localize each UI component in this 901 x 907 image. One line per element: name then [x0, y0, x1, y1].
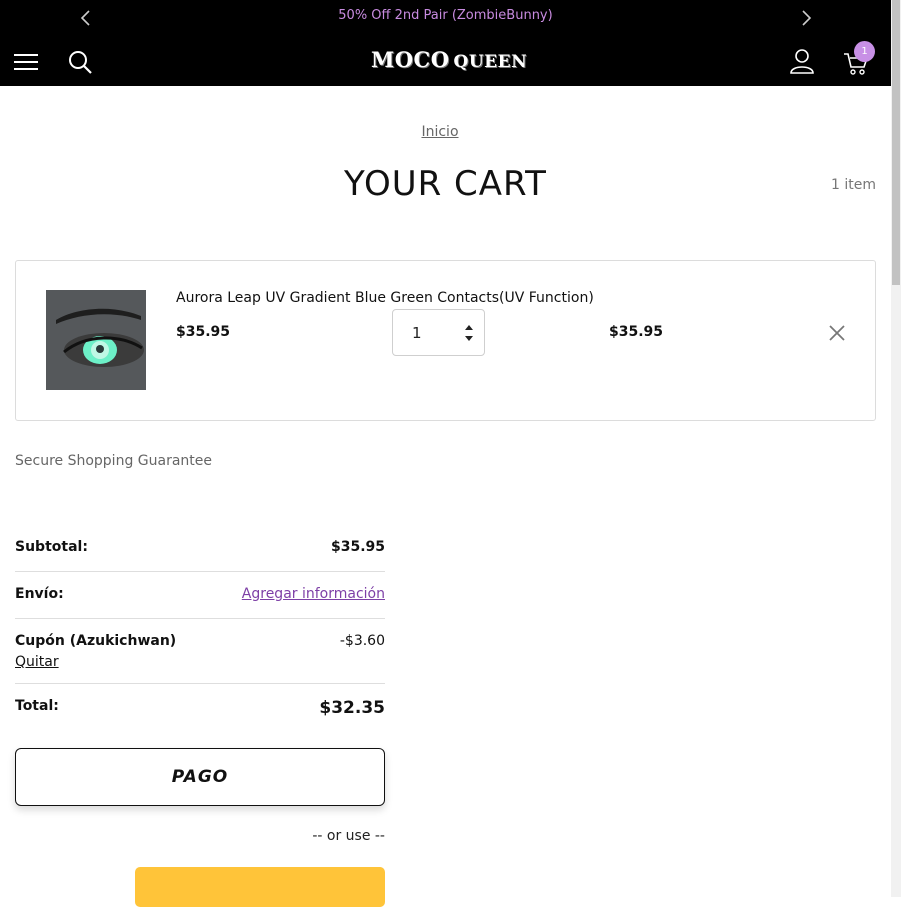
checkout-button[interactable]: PAGO [15, 748, 385, 806]
cart-count-badge: 1 [854, 41, 875, 62]
page-title: YOUR CART [344, 164, 547, 204]
caret-up-icon[interactable] [464, 324, 474, 331]
close-icon[interactable] [828, 324, 846, 342]
total-row: Total: $32.35 [15, 698, 385, 728]
logo-secondary-text: QUEEN [453, 52, 528, 72]
account-icon[interactable] [788, 47, 816, 75]
breadcrumb-home-link[interactable]: Inicio [0, 124, 880, 140]
announcement-text[interactable]: 50% Off 2nd Pair (ZombieBunny) [0, 8, 891, 23]
product-price: $35.95 [176, 324, 231, 340]
search-icon[interactable] [67, 49, 93, 75]
shipping-row: Envío: Agregar información [15, 586, 385, 619]
quantity-stepper[interactable]: 1 [392, 309, 485, 356]
total-label: Total: [15, 698, 59, 714]
product-image[interactable] [46, 290, 146, 390]
scrollbar-thumb[interactable] [892, 0, 900, 285]
chevron-right-icon[interactable] [799, 10, 813, 26]
secure-shopping-text: Secure Shopping Guarantee [15, 453, 213, 469]
caret-down-icon[interactable] [464, 335, 474, 342]
menu-icon[interactable] [14, 51, 40, 73]
quantity-value[interactable]: 1 [412, 324, 422, 342]
shipping-label: Envío: [15, 586, 64, 602]
paypal-button[interactable] [135, 867, 385, 907]
line-total: $35.95 [609, 324, 664, 340]
subtotal-label: Subtotal: [15, 539, 88, 555]
subtotal-row: Subtotal: $35.95 [15, 539, 385, 572]
coupon-value: -$3.60 [339, 633, 385, 649]
logo-main-text: MOCO [371, 47, 450, 72]
site-logo[interactable]: MOCO QUEEN [371, 47, 527, 75]
remove-coupon-link[interactable]: Quitar [15, 654, 59, 670]
coupon-label: Cupón (Azukichwan) [15, 633, 177, 649]
product-title[interactable]: Aurora Leap UV Gradient Blue Green Conta… [176, 290, 594, 306]
subtotal-value: $35.95 [330, 539, 385, 555]
item-count: 1 item [831, 177, 876, 193]
or-use-text: -- or use -- [312, 828, 385, 844]
coupon-row: Cupón (Azukichwan) Quitar -$3.60 [15, 633, 385, 684]
add-shipping-info-link[interactable]: Agregar información [242, 586, 385, 602]
total-value: $32.35 [319, 698, 385, 718]
